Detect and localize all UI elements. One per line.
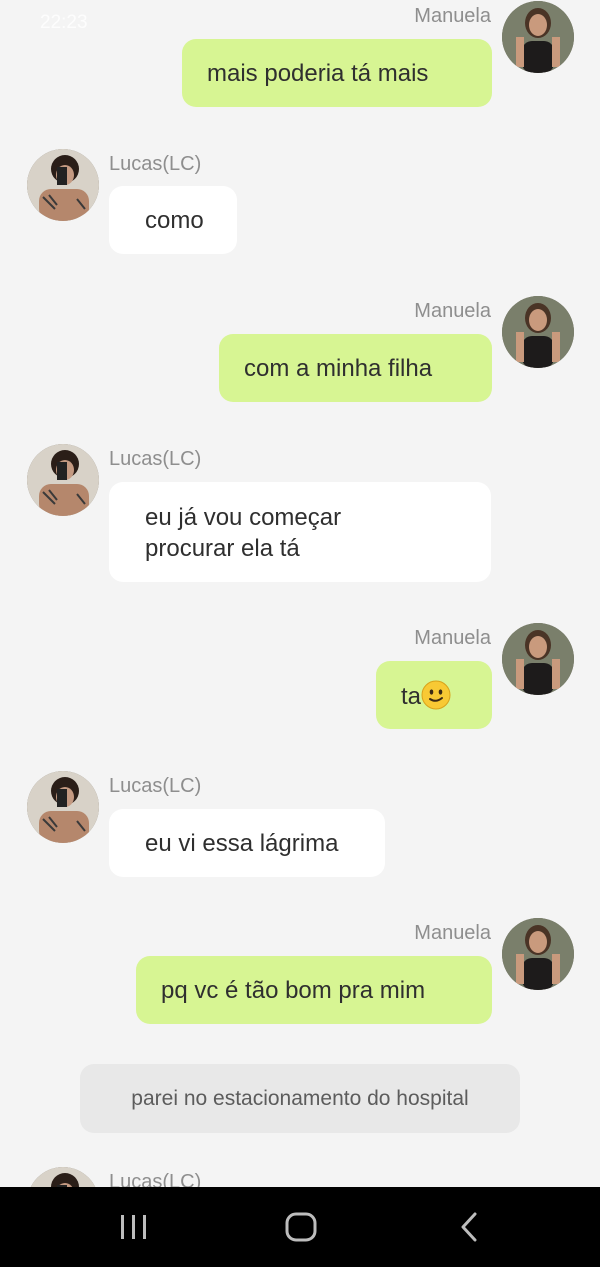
sender-name: Lucas(LC) [109,153,202,175]
sender-name: Manuela [414,922,491,944]
back-button[interactable] [429,1187,509,1267]
message-bubble[interactable]: como [109,186,237,254]
status-time: 22:23 [40,12,88,33]
message-text: com a minha filha [244,355,433,382]
avatar-manuela[interactable] [502,296,574,368]
sender-name: Manuela [414,300,491,322]
avatar-lucas[interactable] [27,149,99,221]
message-bubble[interactable]: eu já vou começar procurar ela tá [109,482,491,582]
avatar-manuela[interactable] [502,623,574,695]
recent-apps-icon [121,1215,146,1239]
message-text-line: procurar ela tá [145,535,300,562]
home-button[interactable] [261,1187,341,1267]
home-icon [285,1212,317,1242]
sender-name: Manuela [414,627,491,649]
message-bubble[interactable]: ta [376,661,492,729]
slightly-smiling-face-icon [421,680,451,710]
navigation-bar [0,1187,600,1267]
message-text: eu vi essa lágrima [145,830,339,857]
avatar-lucas[interactable] [27,444,99,516]
message-text: pq vc é tão bom pra mim [161,977,426,1004]
message-text-line: eu já vou começar [145,504,342,531]
sender-name: Lucas(LC) [109,775,202,797]
avatar-manuela[interactable] [502,1,574,73]
system-notice: parei no estacionamento do hospital [80,1064,520,1133]
sender-name: Manuela [414,5,491,27]
message-text: como [145,207,204,234]
message-bubble[interactable]: pq vc é tão bom pra mim [136,956,492,1024]
message-bubble[interactable]: com a minha filha [219,334,492,402]
message-bubble[interactable]: eu vi essa lágrima [109,809,385,877]
back-icon [461,1212,477,1242]
message-text: ta [401,683,422,710]
message-bubble[interactable]: mais poderia tá mais [182,39,492,107]
message-text: mais poderia tá mais [207,60,429,87]
avatar-manuela[interactable] [502,918,574,990]
sender-name: Lucas(LC) [109,448,202,470]
recent-apps-button[interactable] [94,1187,174,1267]
avatar-lucas[interactable] [27,771,99,843]
